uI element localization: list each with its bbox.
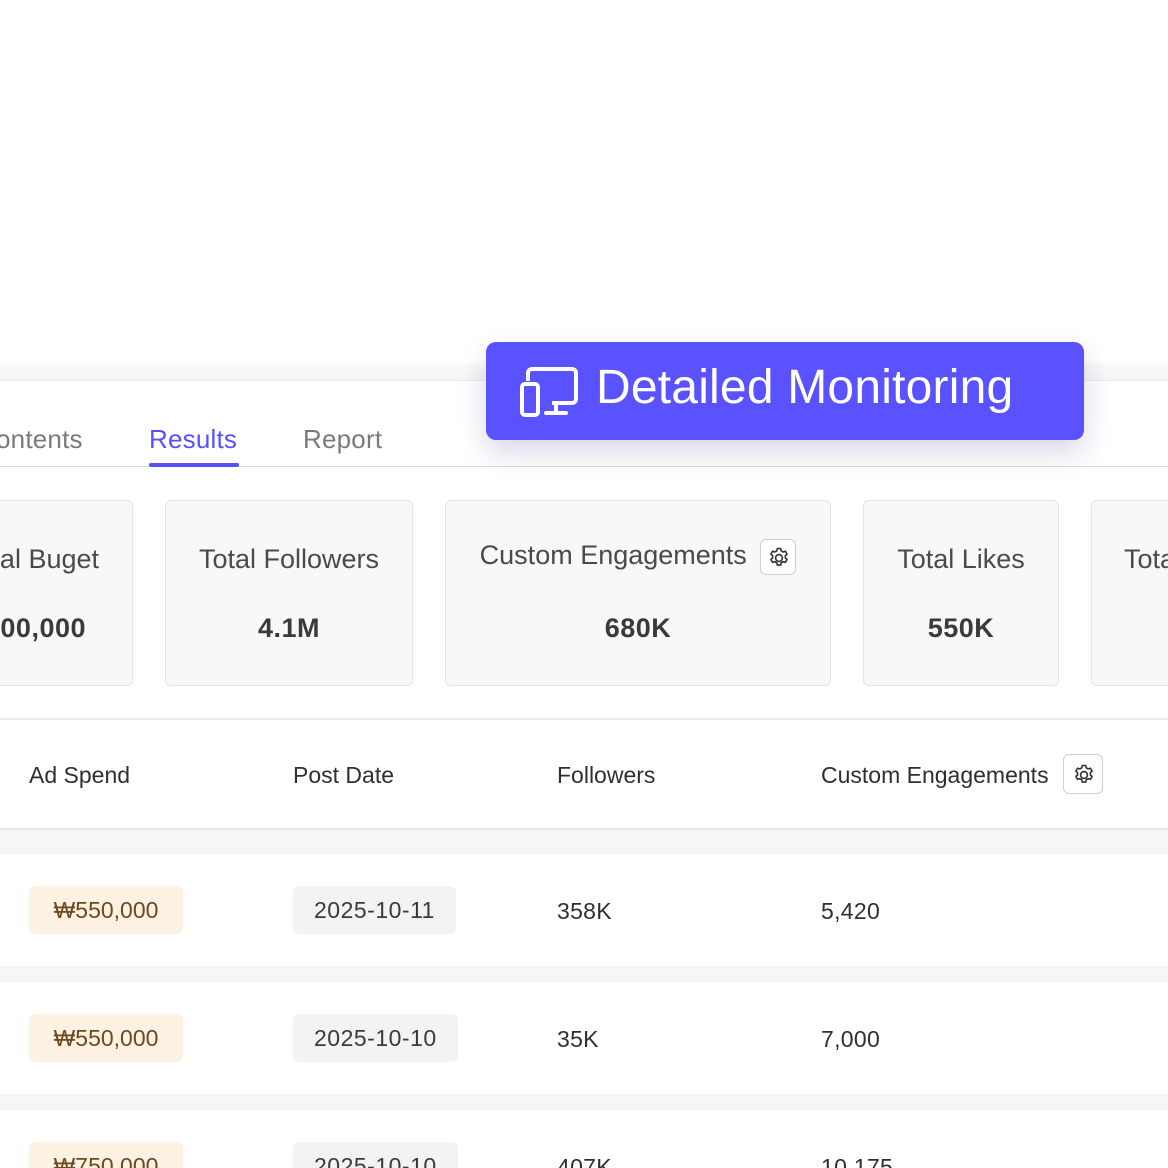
- metric-label: Tota: [1124, 544, 1168, 574]
- stage: ontents Results Report al Buget 00,000 T…: [0, 0, 1168, 1168]
- devices-icon: [520, 367, 578, 417]
- custom-engagements-cell: 5,420: [821, 898, 881, 924]
- metric-settings-button[interactable]: [760, 539, 797, 575]
- post-date-badge: 2025-10-10: [293, 1014, 458, 1062]
- metric-card-truncated: Tota: [1091, 500, 1168, 686]
- metric-value: 4.1M: [257, 613, 321, 643]
- detailed-monitoring-banner: Detailed Monitoring: [486, 342, 1084, 440]
- metric-value: 550K: [927, 613, 995, 643]
- custom-engagements-cell: 7,000: [821, 1026, 881, 1052]
- post-date-badge: 2025-10-11: [293, 886, 456, 934]
- metric-card-total-followers: Total Followers 4.1M: [165, 500, 413, 686]
- metric-card-custom-engagements: Custom Engagements 680K: [445, 500, 831, 686]
- column-header-followers[interactable]: Followers: [557, 762, 655, 789]
- column-header-ad-spend[interactable]: Ad Spend: [29, 762, 130, 789]
- metric-value: 680K: [604, 613, 672, 643]
- followers-cell: 358K: [557, 898, 612, 924]
- column-settings-button[interactable]: [1063, 754, 1103, 794]
- metric-label: Custom Engagements: [479, 540, 747, 571]
- followers-cell: 35K: [557, 1026, 599, 1052]
- gear-icon: [770, 547, 789, 566]
- metric-card-total-budget: al Buget 00,000: [0, 500, 133, 686]
- metric-label: Total Followers: [198, 544, 380, 574]
- tab-contents[interactable]: ontents: [0, 424, 83, 455]
- followers-cell: 407K: [557, 1154, 612, 1168]
- post-date-badge: 2025-10-10: [293, 1142, 458, 1168]
- metric-value: 00,000: [0, 613, 86, 643]
- metric-label: Total Likes: [897, 544, 1025, 574]
- column-settings-box[interactable]: [1063, 754, 1103, 794]
- row-separator: [0, 966, 1168, 982]
- metric-label-row: Custom Engagements: [446, 539, 830, 575]
- metric-card-total-likes: Total Likes 550K: [863, 500, 1059, 686]
- column-header-custom-engagements[interactable]: Custom Engagements: [821, 762, 1049, 789]
- ad-spend-badge: ₩550,000: [29, 886, 183, 934]
- custom-engagements-cell: 10,175: [821, 1154, 894, 1168]
- gear-icon: [1075, 764, 1093, 783]
- banner-title: Detailed Monitoring: [596, 361, 1014, 414]
- ad-spend-badge: ₩550,000: [29, 1014, 183, 1062]
- row-separator: [0, 1094, 1168, 1110]
- row-separator: [0, 830, 1168, 854]
- table-top-divider: [0, 718, 1168, 720]
- ad-spend-badge: ₩750,000: [29, 1142, 183, 1168]
- tab-results[interactable]: Results: [149, 424, 237, 455]
- metric-label: al Buget: [0, 544, 99, 574]
- column-header-post-date[interactable]: Post Date: [293, 762, 394, 789]
- active-tab-indicator: [149, 463, 239, 467]
- tab-report[interactable]: Report: [303, 424, 382, 455]
